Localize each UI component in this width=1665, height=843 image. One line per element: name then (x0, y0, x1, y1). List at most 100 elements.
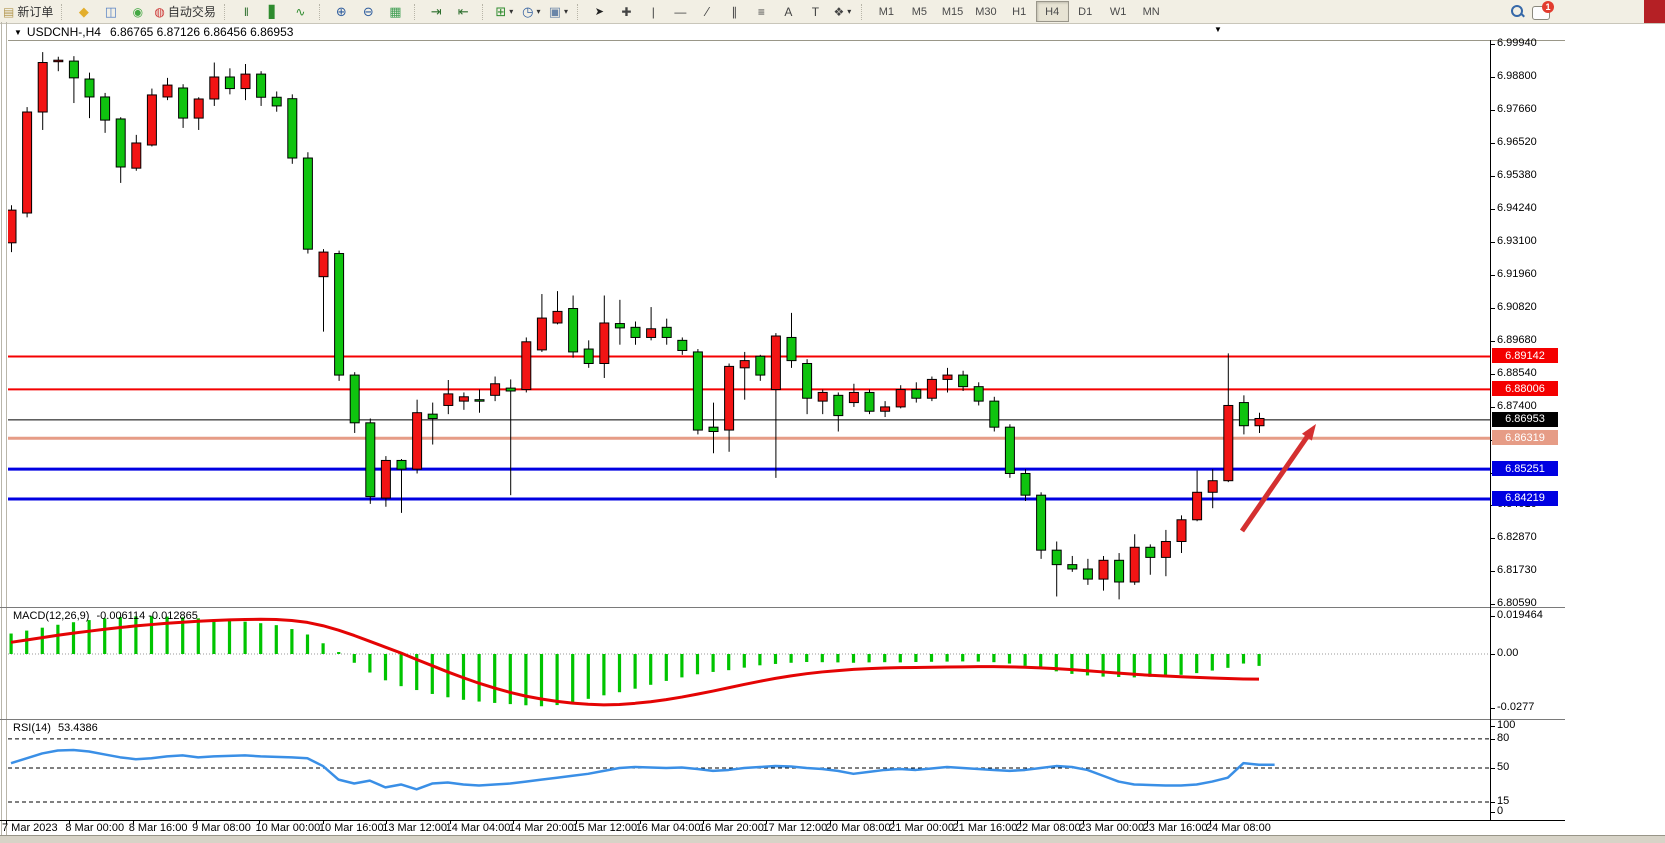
candle (1099, 556, 1108, 591)
autotrading-button-label: 自动交易 (168, 3, 216, 20)
candlestick-chart-button-icon: ▋ (269, 5, 278, 19)
timeframe-mn-button[interactable]: MN (1135, 1, 1168, 22)
time-axis-label: 21 Mar 16:00 (953, 822, 1018, 834)
add-indicator-button[interactable]: ⊞▾ (491, 1, 518, 22)
timeframe-m5-button[interactable]: M5 (903, 1, 936, 22)
candle-body (38, 63, 47, 112)
macd-histogram-bar (821, 654, 824, 662)
price-axis-tick (1490, 308, 1495, 309)
candle (1208, 469, 1217, 508)
price-axis-tick (1490, 176, 1495, 177)
metaeditor-button[interactable]: ◆ (70, 1, 97, 22)
arrows-tool-button[interactable]: ❖▾ (829, 1, 856, 22)
annotation-arrow-line[interactable] (1242, 434, 1309, 531)
fibonacci-tool-button[interactable]: ≡ (748, 1, 775, 22)
rsi-pane[interactable] (8, 720, 1490, 820)
chart-collapse-icon[interactable]: ▼ (14, 28, 22, 37)
macd-histogram-bar (244, 622, 247, 654)
candle-body (631, 327, 640, 337)
notification-badge[interactable]: 1 (1542, 1, 1554, 13)
new-order-button[interactable]: ▤新订单 (0, 1, 56, 22)
signals-button[interactable]: ◉ (124, 1, 151, 22)
candle-body (1130, 547, 1139, 582)
search-icon[interactable] (1510, 4, 1524, 18)
candle-body (1208, 481, 1217, 493)
template-button-dropdown[interactable]: ▾ (564, 7, 568, 16)
candle (537, 294, 546, 352)
corner-notification-block[interactable] (1644, 0, 1665, 23)
candle-body (1099, 560, 1108, 579)
candle (631, 322, 640, 345)
timeframe-m30-button[interactable]: M30 (969, 1, 1002, 22)
cursor-tool-button[interactable]: ➤ (586, 1, 613, 22)
candle (491, 377, 500, 402)
text-label-tool-button[interactable]: T (802, 1, 829, 22)
candle (288, 94, 297, 163)
toolbar-separator (577, 4, 582, 20)
candle (709, 403, 718, 454)
candle-body (740, 361, 749, 368)
time-axis-label: 24 Mar 08:00 (1206, 822, 1271, 834)
vertical-line-tool-button[interactable]: | (640, 1, 667, 22)
timeframe-h1-button[interactable]: H1 (1003, 1, 1036, 22)
candle-body (693, 352, 702, 430)
zoom-out-button-icon: ⊖ (363, 4, 374, 20)
macd-histogram-bar (1242, 654, 1245, 664)
template-button[interactable]: ▣▾ (545, 1, 572, 22)
macd-histogram-bar (368, 654, 371, 673)
timeframe-d1-button[interactable]: D1 (1069, 1, 1102, 22)
timeframe-h4-button[interactable]: H4 (1036, 1, 1069, 22)
price-axis-tick (1490, 242, 1495, 243)
market-watch-button[interactable]: ◫ (97, 1, 124, 22)
candle-body (132, 143, 141, 168)
timeframe-m1-button[interactable]: M1 (870, 1, 903, 22)
macd-histogram-bar (1180, 654, 1183, 675)
auto-scroll-button[interactable]: ⇥ (423, 1, 450, 22)
chart-shift-button[interactable]: ⇤ (450, 1, 477, 22)
toolbar-separator (861, 4, 866, 20)
crosshair-tool-button[interactable]: ✚ (613, 1, 640, 22)
macd-histogram-bar (290, 629, 293, 654)
line-chart-button[interactable]: ∿ (287, 1, 314, 22)
candle (1177, 515, 1186, 553)
candle (584, 340, 593, 367)
bar-chart-button[interactable]: ‖ (233, 1, 260, 22)
template-button-icon: ▣ (549, 4, 561, 20)
chart-shift-marker-icon[interactable]: ▼ (1214, 26, 1222, 34)
candle (85, 73, 94, 118)
zoom-in-button[interactable]: ⊕ (328, 1, 355, 22)
price-axis-label: 6.93100 (1497, 235, 1537, 247)
timeframe-m15-button[interactable]: M15 (936, 1, 969, 22)
chart-title-bar[interactable]: ▼ USDCNH-,H4 6.86765 6.87126 6.86456 6.8… (8, 24, 1565, 40)
trendline-tool-button[interactable]: ∕ (694, 1, 721, 22)
arrows-tool-button-dropdown[interactable]: ▾ (847, 7, 851, 16)
autotrading-button[interactable]: ◍自动交易 (151, 1, 219, 22)
price-axis-line[interactable] (1490, 40, 1491, 820)
candle (756, 355, 765, 381)
macd-histogram-bar (384, 654, 387, 680)
periods-button-dropdown[interactable]: ▾ (537, 7, 541, 16)
channel-tool-button[interactable]: ∥ (721, 1, 748, 22)
candle (366, 418, 375, 503)
text-tool-button[interactable]: A (775, 1, 802, 22)
vertical-line-tool-button-icon: | (652, 5, 655, 19)
macd-pane[interactable] (8, 608, 1490, 719)
candle-body (1115, 560, 1124, 582)
candle-body (459, 397, 468, 401)
main-chart[interactable] (8, 40, 1490, 608)
tile-windows-button[interactable]: ▦ (382, 1, 409, 22)
macd-histogram-bar (259, 623, 262, 654)
horizontal-line-tool-button[interactable]: — (667, 1, 694, 22)
zoom-out-button[interactable]: ⊖ (355, 1, 382, 22)
candle-body (865, 392, 874, 411)
macd-histogram-bar (961, 654, 964, 661)
add-indicator-button-dropdown[interactable]: ▾ (509, 7, 513, 16)
candlestick-chart-button[interactable]: ▋ (260, 1, 287, 22)
macd-histogram-bar (103, 618, 106, 654)
timeframe-w1-button[interactable]: W1 (1102, 1, 1135, 22)
time-axis-label: 10 Mar 00:00 (255, 822, 320, 834)
candle (101, 93, 110, 133)
candle-body (179, 88, 188, 118)
rsi-axis-label: 100 (1497, 719, 1515, 731)
periods-button[interactable]: ◷▾ (518, 1, 545, 22)
